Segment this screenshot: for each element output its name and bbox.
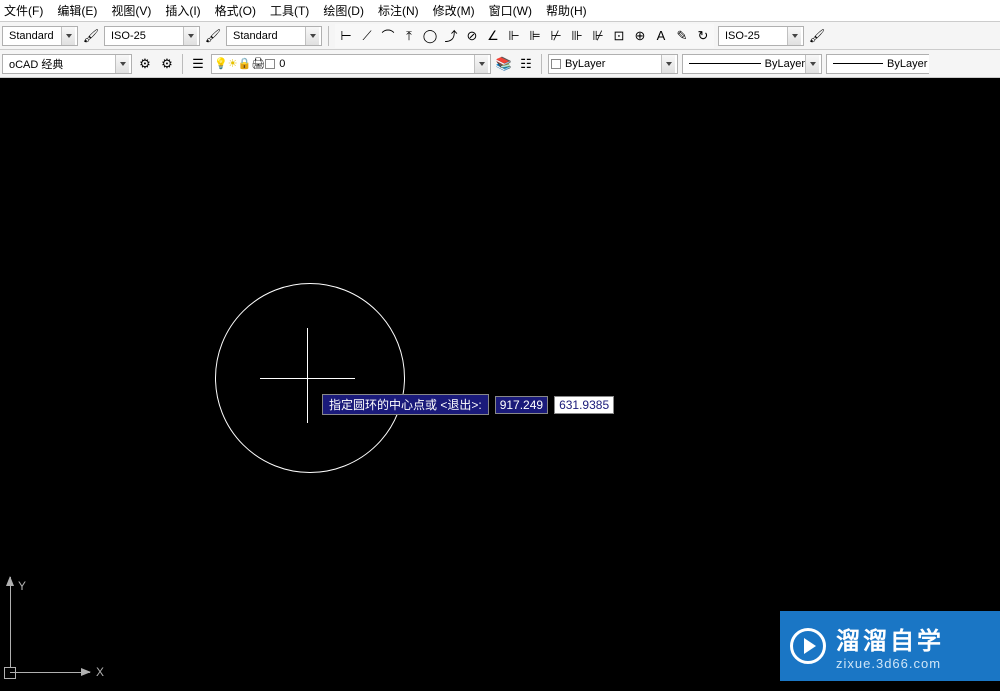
dimstyle-value: ISO-25 (107, 30, 183, 42)
bulb-icon: 💡 (214, 57, 228, 70)
donut-preview (215, 283, 405, 473)
chevron-down-icon (305, 27, 319, 45)
color-dropdown[interactable]: ByLayer (548, 54, 678, 74)
continue-icon[interactable]: ⊬ (547, 27, 565, 45)
dim-linear-icon[interactable]: ⊢ (337, 27, 355, 45)
menu-edit[interactable]: 编辑(E) (57, 2, 97, 19)
linetype-value: ByLayer (887, 58, 927, 70)
play-icon (790, 628, 826, 664)
divider (182, 54, 183, 74)
menu-file[interactable]: 文件(F) (4, 2, 43, 19)
dim-break-icon[interactable]: ⊮ (589, 27, 607, 45)
gear2-icon[interactable]: ⚙ (158, 55, 176, 73)
dimstyle2-value: ISO-25 (721, 30, 787, 42)
dim-ordinate-icon[interactable]: ⤒ (400, 27, 418, 45)
y-coord-input[interactable]: 631.9385 (554, 396, 614, 414)
dim-arc-icon[interactable]: ⌒ (379, 27, 397, 45)
lineweight-value: ByLayer (765, 58, 805, 70)
menu-bar: 文件(F) 编辑(E) 视图(V) 插入(I) 格式(O) 工具(T) 绘图(D… (0, 0, 1000, 22)
menu-window[interactable]: 窗口(W) (489, 2, 532, 19)
linetype-dropdown[interactable]: ByLayer (826, 54, 929, 74)
chevron-down-icon (61, 27, 75, 45)
layers-icon[interactable]: ☰ (189, 55, 207, 73)
layer-props-icon[interactable]: 📚 (495, 55, 513, 73)
toolbar-row-1: Standard 🖌 ISO-25 🖌 Standard ⊢ ⟋ ⌒ ⤒ ◯ ⤴… (0, 22, 1000, 50)
dim-space-icon[interactable]: ⊪ (568, 27, 586, 45)
chevron-down-icon (183, 27, 197, 45)
chevron-down-icon (474, 55, 488, 73)
dim-aligned-icon[interactable]: ⟋ (358, 27, 376, 45)
line-sample-icon (689, 63, 761, 64)
menu-draw[interactable]: 绘图(D) (323, 2, 364, 19)
print-icon: 🖨 (251, 57, 265, 70)
ucs-icon: Y X (2, 577, 102, 687)
sun-icon: ☀ (228, 57, 238, 70)
ucs-y-axis (10, 577, 11, 667)
lineweight-dropdown[interactable]: ByLayer (682, 54, 822, 74)
style-value: Standard (5, 30, 61, 42)
tolerance-icon[interactable]: ⊡ (610, 27, 628, 45)
update-icon[interactable]: ↻ (694, 27, 712, 45)
dim-edit-icon[interactable]: A (652, 27, 670, 45)
style-dropdown[interactable]: Standard (2, 26, 78, 46)
baseline-icon[interactable]: ⊫ (526, 27, 544, 45)
ucs-x-label: X (96, 665, 104, 679)
dim-radius-icon[interactable]: ◯ (421, 27, 439, 45)
dim-diameter-icon[interactable]: ⊘ (463, 27, 481, 45)
textstyle-dropdown[interactable]: Standard (226, 26, 322, 46)
menu-tools[interactable]: 工具(T) (270, 2, 309, 19)
chevron-down-icon (787, 27, 801, 45)
divider (541, 54, 542, 74)
workspace-value: oCAD 经典 (5, 56, 115, 72)
chevron-down-icon (661, 55, 675, 73)
menu-format[interactable]: 格式(O) (215, 2, 256, 19)
menu-help[interactable]: 帮助(H) (546, 2, 587, 19)
gear-icon[interactable]: ⚙ (136, 55, 154, 73)
dimstyle2-dropdown[interactable]: ISO-25 (718, 26, 804, 46)
brush-icon-2[interactable]: 🖌 (204, 27, 222, 45)
toolbar-row-2: oCAD 经典 ⚙ ⚙ ☰ 💡 ☀ 🔒 🖨 0 📚 ☷ ByLayer ByLa… (0, 50, 1000, 78)
color-square-icon (265, 59, 275, 69)
watermark-url: zixue.3d66.com (836, 656, 944, 671)
ucs-x-axis (10, 672, 90, 673)
center-mark-icon[interactable]: ⊕ (631, 27, 649, 45)
lock-icon: 🔒 (238, 57, 252, 70)
drawing-canvas[interactable]: 指定圆环的中心点或 <退出>: 917.249 631.9385 Y X 溜溜自… (0, 78, 1000, 691)
x-coord-input[interactable]: 917.249 (495, 396, 548, 414)
menu-view[interactable]: 视图(V) (111, 2, 151, 19)
dynamic-input: 指定圆环的中心点或 <退出>: 917.249 631.9385 (322, 394, 614, 415)
bylayer-square-icon (551, 59, 561, 69)
divider (328, 26, 329, 46)
menu-annotation[interactable]: 标注(N) (378, 2, 419, 19)
chevron-down-icon (805, 55, 819, 73)
dimstyle-dropdown[interactable]: ISO-25 (104, 26, 200, 46)
color-value: ByLayer (561, 58, 661, 70)
layer-value: 0 (275, 58, 474, 70)
dim-text-edit-icon[interactable]: ✎ (673, 27, 691, 45)
menu-insert[interactable]: 插入(I) (165, 2, 200, 19)
layer-dropdown[interactable]: 💡 ☀ 🔒 🖨 0 (211, 54, 491, 74)
watermark: 溜溜自学 zixue.3d66.com (780, 611, 1000, 681)
brush-icon-3[interactable]: 🖌 (808, 27, 826, 45)
workspace-dropdown[interactable]: oCAD 经典 (2, 54, 132, 74)
dynamic-prompt: 指定圆环的中心点或 <退出>: (322, 394, 489, 415)
chevron-down-icon (115, 55, 129, 73)
layer-states-icon[interactable]: ☷ (517, 55, 535, 73)
dim-jogged-icon[interactable]: ⤴ (442, 27, 460, 45)
ucs-origin-box (4, 667, 16, 679)
line-sample-icon (833, 63, 883, 64)
menu-modify[interactable]: 修改(M) (433, 2, 475, 19)
ucs-y-label: Y (18, 579, 26, 593)
textstyle-value: Standard (229, 30, 305, 42)
watermark-title: 溜溜自学 (836, 621, 944, 656)
quick-dim-icon[interactable]: ⊩ (505, 27, 523, 45)
dim-angular-icon[interactable]: ∠ (484, 27, 502, 45)
brush-icon[interactable]: 🖌 (82, 27, 100, 45)
